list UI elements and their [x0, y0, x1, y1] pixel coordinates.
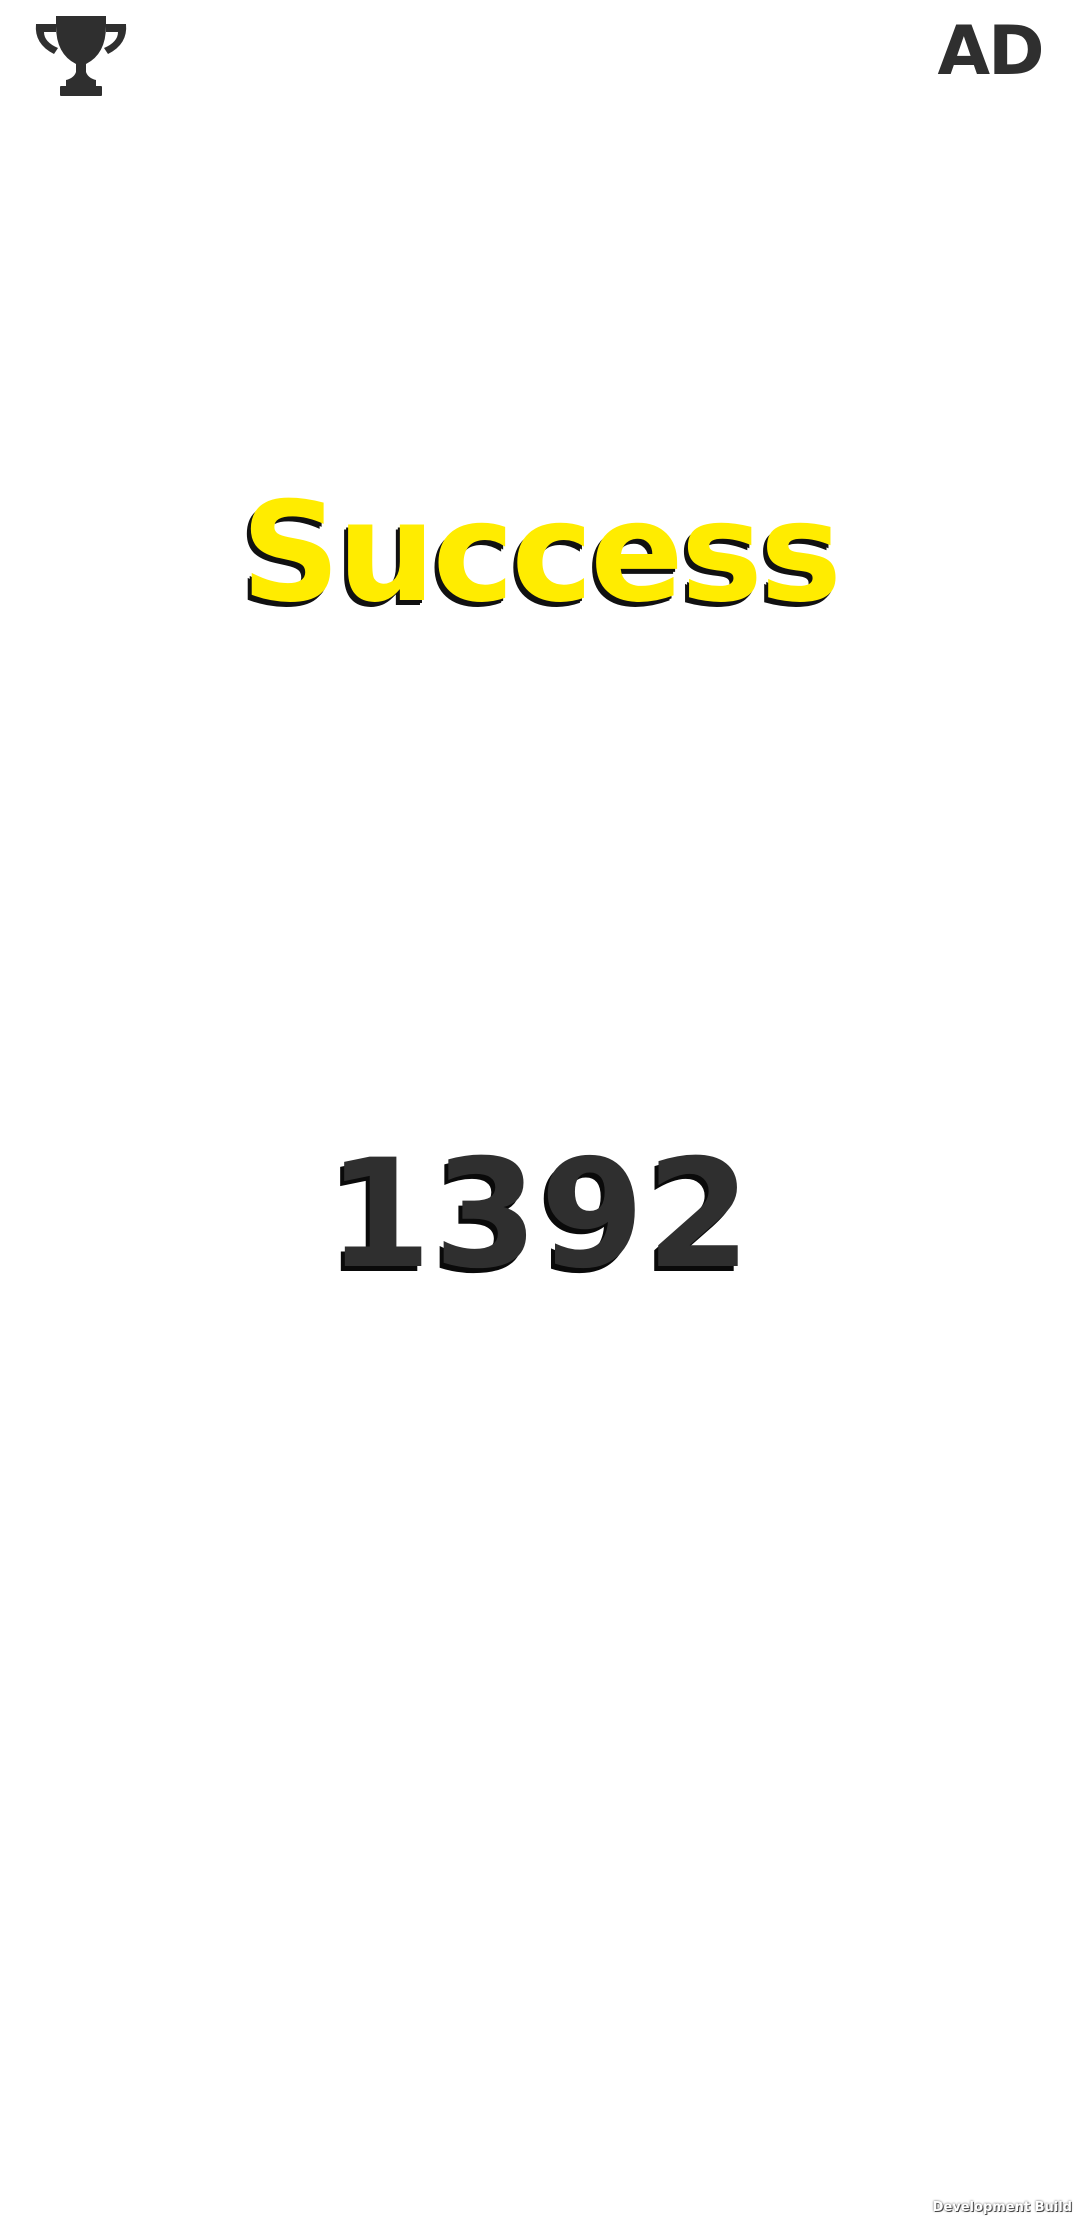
remove-ads-button[interactable]: AD [930, 12, 1050, 92]
development-build-label: Development Build [932, 2200, 1072, 2215]
leaderboard-button[interactable] [34, 16, 128, 96]
score-value: 1392 [327, 1128, 753, 1302]
result-title: Success [240, 472, 842, 633]
trophy-icon [35, 16, 127, 96]
